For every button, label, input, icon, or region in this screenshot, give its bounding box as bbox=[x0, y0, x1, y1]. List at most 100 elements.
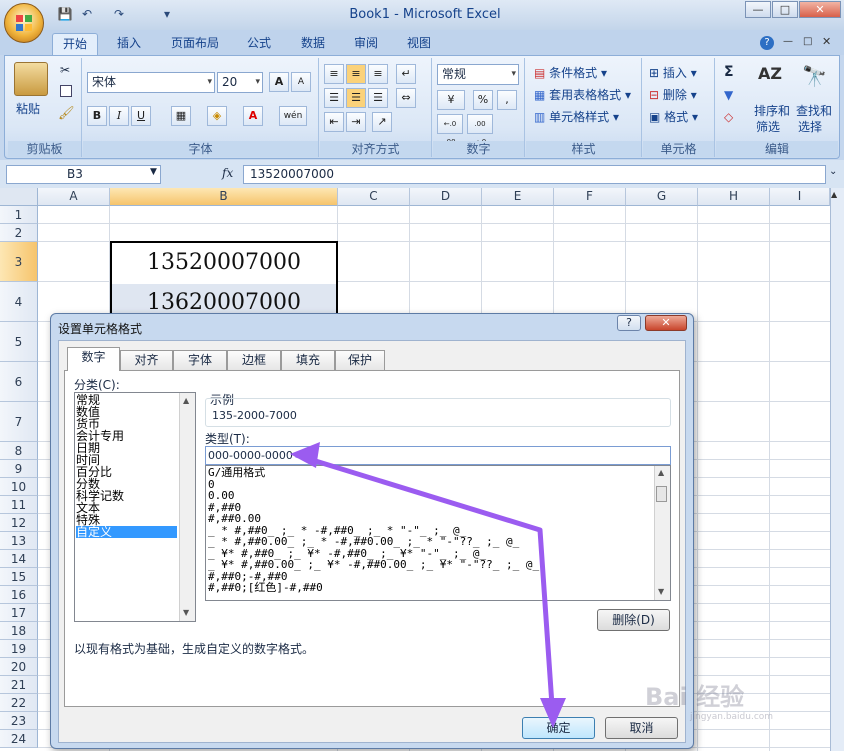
dialog-tab-fill[interactable]: 填充 bbox=[281, 350, 335, 370]
row-header-4[interactable]: 4 bbox=[0, 282, 38, 322]
borders-icon[interactable]: ▦ bbox=[171, 106, 191, 126]
tab-home[interactable]: 开始 bbox=[52, 33, 98, 55]
find-select-label[interactable]: 查找和 bbox=[796, 102, 832, 119]
column-header-f[interactable]: F bbox=[554, 188, 626, 206]
cell-b3[interactable]: 13520007000 bbox=[110, 250, 338, 275]
font-name-dropdown-icon[interactable]: ▾ bbox=[207, 73, 212, 92]
type-input[interactable]: 000-0000-0000 bbox=[205, 446, 671, 465]
select-all-corner[interactable] bbox=[0, 188, 38, 206]
format-item[interactable]: #,##0;[红色]-#,##0 bbox=[208, 582, 323, 594]
row-header-7[interactable]: 7 bbox=[0, 402, 38, 442]
dialog-tab-alignment[interactable]: 对齐 bbox=[120, 350, 173, 370]
dialog-tab-border[interactable]: 边框 bbox=[227, 350, 281, 370]
conditional-format-button[interactable]: ▤ 条件格式 ▾ bbox=[534, 64, 607, 81]
font-size-combo[interactable]: 20 ▾ bbox=[217, 72, 263, 93]
row-header-23[interactable]: 23 bbox=[0, 712, 38, 730]
column-header-g[interactable]: G bbox=[626, 188, 698, 206]
fill-icon[interactable]: ▼ bbox=[724, 88, 733, 102]
phonetic-button[interactable]: wén bbox=[279, 106, 307, 126]
ribbon-minimize-icon[interactable]: — bbox=[783, 36, 793, 47]
percent-button[interactable]: % bbox=[473, 90, 493, 110]
minimize-button[interactable]: — bbox=[745, 1, 771, 18]
customize-qat-icon[interactable]: ▾ bbox=[158, 6, 176, 22]
accounting-format-icon[interactable]: ¥ bbox=[437, 90, 465, 110]
increase-indent-icon[interactable]: ⇥ bbox=[346, 112, 366, 132]
format-as-table-button[interactable]: ▦ 套用表格格式 ▾ bbox=[534, 86, 631, 103]
category-scroll-up-icon[interactable]: ▲ bbox=[183, 396, 189, 405]
close-button[interactable]: ✕ bbox=[799, 1, 841, 18]
tab-review[interactable]: 审阅 bbox=[345, 33, 387, 55]
find-select-label2[interactable]: 选择 bbox=[798, 118, 822, 135]
insert-function-button[interactable]: fx bbox=[222, 166, 233, 180]
dialog-tab-font[interactable]: 字体 bbox=[173, 350, 227, 370]
format-scroll-thumb[interactable] bbox=[656, 486, 667, 502]
column-header-d[interactable]: D bbox=[410, 188, 482, 206]
align-middle-icon[interactable]: ≡ bbox=[346, 64, 366, 84]
copy-icon[interactable] bbox=[60, 85, 72, 97]
shrink-font-button[interactable]: A bbox=[291, 72, 311, 92]
dialog-close-button[interactable]: ✕ bbox=[645, 315, 687, 331]
column-header-a[interactable]: A bbox=[38, 188, 110, 206]
name-box-dropdown-icon[interactable]: ▼ bbox=[150, 167, 157, 177]
save-icon[interactable]: 💾 bbox=[56, 6, 74, 22]
row-header-10[interactable]: 10 bbox=[0, 478, 38, 496]
row-header-18[interactable]: 18 bbox=[0, 622, 38, 640]
bold-button[interactable]: B bbox=[87, 106, 107, 126]
number-format-dropdown-icon[interactable]: ▾ bbox=[511, 65, 516, 84]
sort-filter-label2[interactable]: 筛选 bbox=[756, 118, 780, 135]
row-header-11[interactable]: 11 bbox=[0, 496, 38, 514]
tab-formulas[interactable]: 公式 bbox=[238, 33, 280, 55]
undo-icon[interactable]: ↶ bbox=[78, 6, 96, 22]
row-header-14[interactable]: 14 bbox=[0, 550, 38, 568]
row-header-6[interactable]: 6 bbox=[0, 362, 38, 402]
row-header-24[interactable]: 24 bbox=[0, 730, 38, 748]
cancel-button[interactable]: 取消 bbox=[605, 717, 678, 739]
formula-input[interactable]: 13520007000 bbox=[243, 165, 826, 184]
redo-icon[interactable]: ↷ bbox=[110, 6, 128, 22]
delete-cells-button[interactable]: ⊟ 删除 ▾ bbox=[649, 86, 697, 103]
cut-icon[interactable]: ✂ bbox=[60, 63, 70, 77]
cell-styles-button[interactable]: ▥ 单元格样式 ▾ bbox=[534, 108, 619, 125]
grow-font-button[interactable]: A bbox=[269, 72, 289, 92]
format-scroll-up-icon[interactable]: ▲ bbox=[658, 468, 664, 477]
format-item[interactable]: G/通用格式 bbox=[208, 467, 265, 479]
column-header-i[interactable]: I bbox=[770, 188, 830, 206]
paste-icon[interactable] bbox=[14, 62, 48, 96]
row-header-21[interactable]: 21 bbox=[0, 676, 38, 694]
number-format-combo[interactable]: 常规 ▾ bbox=[437, 64, 519, 85]
ok-button[interactable]: 确定 bbox=[522, 717, 595, 739]
font-size-dropdown-icon[interactable]: ▾ bbox=[255, 73, 260, 92]
align-left-icon[interactable]: ☰ bbox=[324, 88, 344, 108]
paste-label[interactable]: 粘贴 bbox=[16, 100, 40, 117]
ribbon-close-icon[interactable]: ✕ bbox=[822, 35, 831, 48]
italic-button[interactable]: I bbox=[109, 106, 129, 126]
row-header-16[interactable]: 16 bbox=[0, 586, 38, 604]
align-top-icon[interactable]: ≡ bbox=[324, 64, 344, 84]
scroll-up-icon[interactable]: ▲ bbox=[831, 190, 837, 199]
row-header-9[interactable]: 9 bbox=[0, 460, 38, 478]
tab-data[interactable]: 数据 bbox=[292, 33, 334, 55]
row-header-15[interactable]: 15 bbox=[0, 568, 38, 586]
row-header-13[interactable]: 13 bbox=[0, 532, 38, 550]
column-header-h[interactable]: H bbox=[698, 188, 770, 206]
category-scroll-down-icon[interactable]: ▼ bbox=[183, 608, 189, 617]
tab-view[interactable]: 视图 bbox=[398, 33, 440, 55]
dialog-tab-protection[interactable]: 保护 bbox=[335, 350, 385, 370]
autosum-button[interactable]: Σ bbox=[724, 64, 734, 80]
help-icon[interactable]: ? bbox=[760, 36, 774, 50]
ribbon-restore-icon[interactable]: □ bbox=[803, 36, 812, 47]
row-header-5[interactable]: 5 bbox=[0, 322, 38, 362]
sort-filter-icon[interactable]: AZ bbox=[758, 64, 782, 83]
row-header-17[interactable]: 17 bbox=[0, 604, 38, 622]
format-scroll-down-icon[interactable]: ▼ bbox=[658, 587, 664, 596]
font-color-button[interactable]: A bbox=[243, 106, 263, 126]
row-header-19[interactable]: 19 bbox=[0, 640, 38, 658]
vertical-scrollbar[interactable] bbox=[830, 188, 844, 751]
dialog-tab-number[interactable]: 数字 bbox=[67, 347, 120, 371]
row-header-8[interactable]: 8 bbox=[0, 442, 38, 460]
wrap-text-icon[interactable]: ↵ bbox=[396, 64, 416, 84]
decrease-decimal-button[interactable]: .00 →.0 bbox=[467, 114, 493, 146]
fill-color-icon[interactable]: ◈ bbox=[207, 106, 227, 126]
merge-center-icon[interactable]: ⇔ bbox=[396, 88, 416, 108]
column-header-c[interactable]: C bbox=[338, 188, 410, 206]
